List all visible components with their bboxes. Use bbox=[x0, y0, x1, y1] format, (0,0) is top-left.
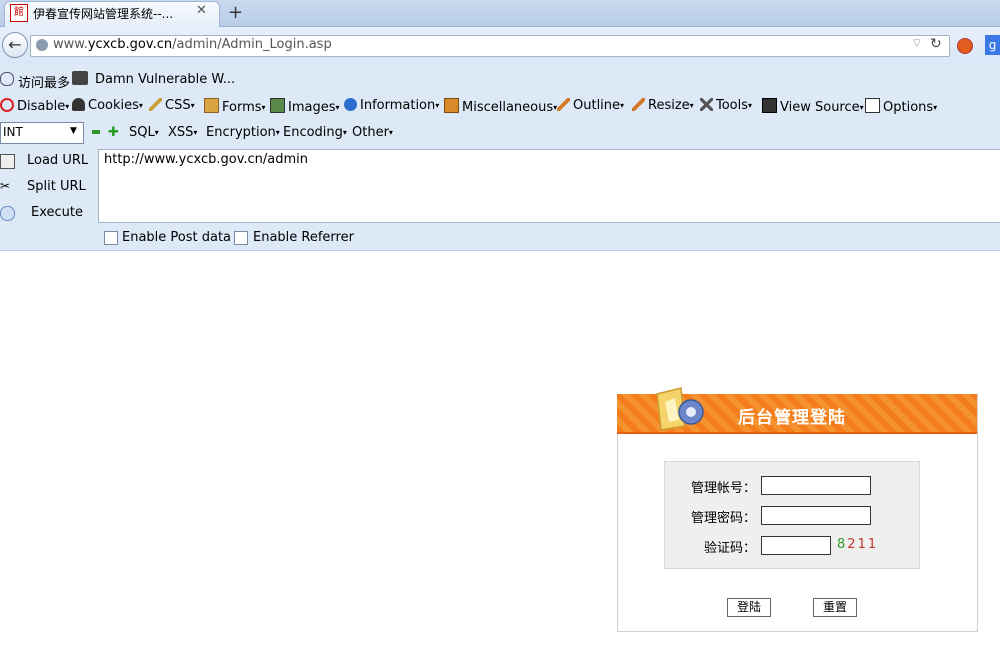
tools-icon bbox=[700, 98, 713, 111]
reload-icon[interactable]: ↻ bbox=[930, 36, 942, 52]
menu-resize[interactable]: Resize▾ bbox=[632, 98, 694, 113]
menu-xss[interactable]: XSS▾ bbox=[168, 125, 197, 140]
options-icon bbox=[865, 98, 880, 113]
cookies-icon bbox=[72, 98, 85, 111]
menu-encryption[interactable]: Encryption▾ bbox=[206, 125, 280, 140]
bookmark-most-visited[interactable]: 访问最多 bbox=[18, 72, 70, 91]
speaker-icon bbox=[656, 387, 704, 431]
menu-options[interactable]: Options▾ bbox=[865, 98, 937, 115]
captcha-image[interactable]: 8211 bbox=[837, 537, 878, 552]
new-tab-icon[interactable]: + bbox=[228, 2, 243, 23]
login-button[interactable]: 登陆 bbox=[727, 598, 771, 617]
most-visited-icon bbox=[0, 72, 14, 86]
decrease-icon[interactable] bbox=[92, 130, 100, 134]
view-source-icon bbox=[762, 98, 777, 113]
hackbar-url-value: http://www.ycxcb.gov.cn/admin bbox=[104, 152, 309, 167]
menu-cookies[interactable]: Cookies▾ bbox=[72, 98, 143, 113]
execute-button[interactable]: Execute bbox=[31, 205, 83, 220]
resize-icon bbox=[632, 98, 645, 111]
url-domain: ycxcb.gov.cn bbox=[87, 37, 173, 52]
forms-icon bbox=[204, 98, 219, 113]
miscellaneous-icon bbox=[444, 98, 459, 113]
url-path: /admin/Admin_Login.asp bbox=[172, 37, 332, 52]
load-url-icon bbox=[0, 154, 15, 169]
captcha-digit: 1 bbox=[867, 537, 879, 552]
outline-icon bbox=[557, 98, 570, 111]
css-icon bbox=[149, 98, 162, 111]
close-tab-icon[interactable]: ✕ bbox=[196, 3, 207, 18]
information-icon bbox=[344, 98, 357, 111]
addon-icon[interactable] bbox=[957, 38, 973, 54]
type-select-value: INT bbox=[3, 125, 23, 139]
chevron-down-icon: ▼ bbox=[70, 126, 77, 136]
split-url-button[interactable]: Split URL bbox=[27, 179, 86, 194]
password-input[interactable] bbox=[761, 506, 871, 525]
menu-css[interactable]: CSS▾ bbox=[149, 98, 195, 113]
captcha-digit: 1 bbox=[857, 537, 868, 552]
back-button[interactable]: ← bbox=[2, 32, 28, 58]
url-prefix: www. bbox=[53, 37, 88, 52]
disable-icon bbox=[0, 98, 14, 112]
login-title: 后台管理登陆 bbox=[738, 408, 846, 428]
bookmark-dvwa[interactable]: Damn Vulnerable W... bbox=[95, 72, 235, 87]
menu-outline[interactable]: Outline▾ bbox=[557, 98, 624, 113]
reset-button[interactable]: 重置 bbox=[813, 598, 857, 617]
history-dropdown-icon[interactable]: ▽ bbox=[913, 38, 921, 49]
menu-disable[interactable]: Disable▾ bbox=[0, 98, 69, 114]
menu-encoding[interactable]: Encoding▾ bbox=[283, 125, 347, 140]
google-search-icon[interactable]: g bbox=[985, 35, 1000, 55]
menu-images[interactable]: Images▾ bbox=[270, 98, 340, 115]
increase-icon[interactable]: ✚ bbox=[108, 125, 119, 140]
menu-forms[interactable]: Forms▾ bbox=[204, 98, 266, 115]
enable-referrer-label: Enable Referrer bbox=[253, 230, 354, 245]
tab-title: 伊春宣传网站管理系统--... bbox=[33, 7, 174, 21]
captcha-input[interactable] bbox=[761, 536, 831, 555]
captcha-digit: 2 bbox=[847, 537, 858, 552]
captcha-digit: 8 bbox=[837, 537, 848, 552]
enable-post-label: Enable Post data bbox=[122, 230, 232, 245]
captcha-label: 验证码： bbox=[703, 541, 756, 556]
address-text: www.ycxcb.gov.cn/admin/Admin_Login.asp bbox=[53, 37, 332, 52]
split-url-icon: ✂ bbox=[0, 179, 11, 193]
enable-referrer-checkbox[interactable] bbox=[234, 231, 248, 245]
menu-sql[interactable]: SQL▾ bbox=[129, 125, 159, 140]
load-url-button[interactable]: Load URL bbox=[27, 153, 88, 168]
account-input[interactable] bbox=[761, 476, 871, 495]
enable-post-checkbox[interactable] bbox=[104, 231, 118, 245]
menu-information[interactable]: Information▾ bbox=[344, 98, 439, 113]
menu-tools[interactable]: Tools▾ bbox=[700, 98, 752, 113]
globe-icon bbox=[36, 39, 48, 51]
account-label: 管理帐号： bbox=[690, 481, 756, 496]
menu-miscellaneous[interactable]: Miscellaneous▾ bbox=[444, 98, 557, 115]
menu-view-source[interactable]: View Source▾ bbox=[762, 98, 864, 115]
dvwa-icon bbox=[72, 71, 88, 85]
images-icon bbox=[270, 98, 285, 113]
password-label: 管理密码： bbox=[690, 511, 756, 526]
execute-icon bbox=[0, 206, 15, 221]
site-favicon-icon: 館 bbox=[10, 4, 28, 22]
menu-other[interactable]: Other▾ bbox=[352, 125, 393, 140]
